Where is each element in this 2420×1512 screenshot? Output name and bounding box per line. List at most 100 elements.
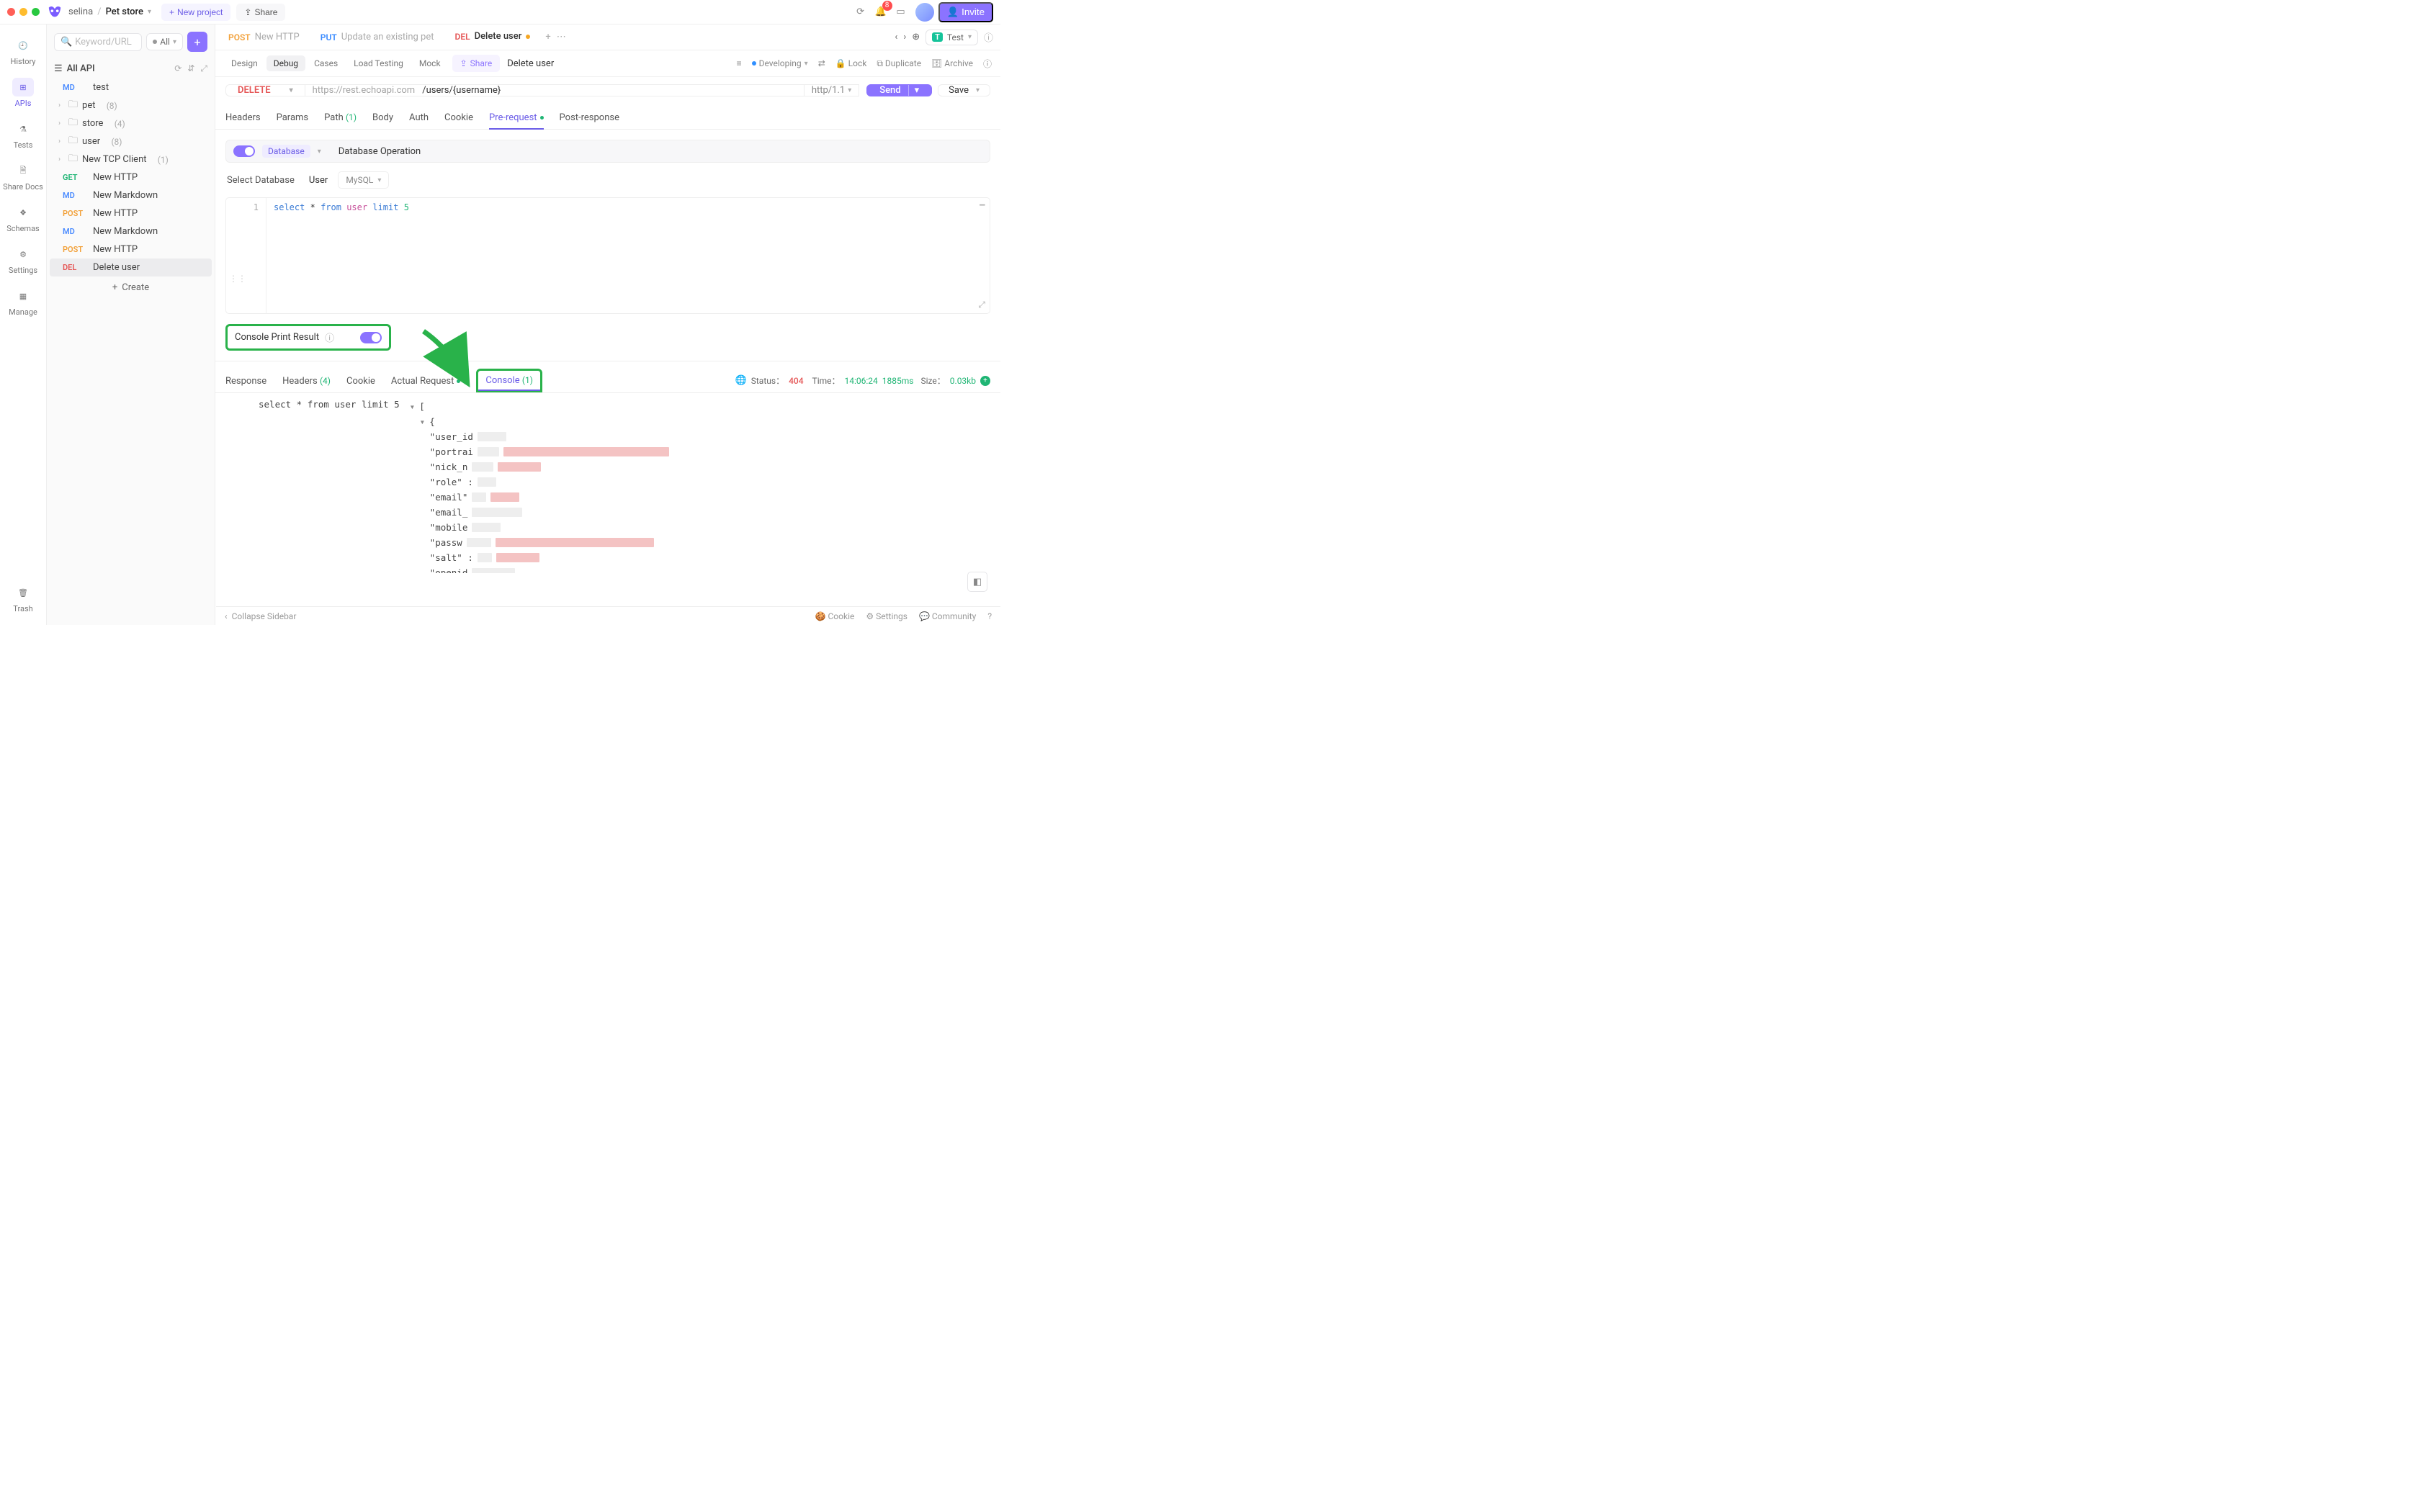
print-result-toggle[interactable] xyxy=(360,332,382,343)
info-icon[interactable]: ⓘ xyxy=(325,330,334,344)
search-input[interactable]: 🔍 Keyword/URL xyxy=(54,33,142,51)
sql-editor[interactable]: 1 select * from user limit 5 − ⤢ xyxy=(225,197,990,314)
share-button-top[interactable]: ⇪ Share xyxy=(236,4,285,21)
resp-tab-console[interactable]: Console (1) xyxy=(476,369,542,392)
invite-button[interactable]: 👤Invite xyxy=(938,2,993,22)
tree-item-delete-user[interactable]: DELDelete user xyxy=(50,258,212,276)
expand-icon[interactable]: ⤢ xyxy=(200,63,207,74)
subtab-pre-request[interactable]: Pre-request xyxy=(489,107,544,129)
collapse-icon[interactable]: ⇵ xyxy=(187,63,194,74)
help-icon[interactable]: ? xyxy=(987,611,992,621)
footer-cookie[interactable]: 🍪 Cookie xyxy=(815,611,855,621)
resp-tab-headers[interactable]: Headers (4) xyxy=(282,370,331,392)
swap-icon[interactable]: ⇄ xyxy=(818,58,825,68)
add-tab-icon[interactable]: + xyxy=(545,32,550,42)
avatar[interactable] xyxy=(915,3,934,22)
send-button[interactable]: Send▾ xyxy=(866,84,932,96)
subtab-params[interactable]: Params xyxy=(277,107,309,129)
chevron-down-icon[interactable]: ▾ xyxy=(318,148,321,156)
info-icon[interactable]: ⓘ xyxy=(984,30,993,44)
share-button[interactable]: ⇪Share xyxy=(452,55,501,72)
tree-folder-tcp[interactable]: ›🗀New TCP Client (1) xyxy=(50,150,212,168)
subtab-path[interactable]: Path (1) xyxy=(324,107,357,129)
tree-folder-store[interactable]: ›🗀store (4) xyxy=(50,114,212,132)
protocol-select[interactable]: http/1.1▾ xyxy=(805,84,859,96)
new-project-button[interactable]: + New project xyxy=(161,4,230,21)
nav-prev-icon[interactable]: ‹ xyxy=(895,32,897,42)
window-controls[interactable] xyxy=(7,8,40,16)
tree-item[interactable]: GETNew HTTP xyxy=(50,168,212,186)
environment-select[interactable]: TTest▾ xyxy=(926,30,978,45)
footer-community[interactable]: 💬 Community xyxy=(919,611,976,621)
status-select[interactable]: Developing▾ xyxy=(752,58,808,68)
seg-debug[interactable]: Debug xyxy=(266,55,305,71)
chevron-down-icon[interactable]: ▾ xyxy=(976,86,980,94)
rail-share-docs[interactable]: 🗎Share Docs xyxy=(0,157,46,196)
sort-icon[interactable]: ≡ xyxy=(737,58,742,68)
seg-cases[interactable]: Cases xyxy=(307,55,345,71)
rail-settings[interactable]: ⚙Settings xyxy=(0,240,46,279)
tab-new-http[interactable]: POSTNew HTTP xyxy=(218,24,310,50)
tree-folder-user[interactable]: ›🗀user (8) xyxy=(50,132,212,150)
drag-handle-icon[interactable]: ⋮⋮ xyxy=(229,274,246,284)
tree-item[interactable]: MDNew Markdown xyxy=(50,222,212,240)
tree-item[interactable]: POSTNew HTTP xyxy=(50,240,212,258)
chevron-down-icon[interactable]: ▾ xyxy=(908,85,920,96)
info-icon[interactable]: ⓘ xyxy=(983,58,992,70)
more-icon[interactable]: ⋯ xyxy=(557,32,566,42)
minimize-icon[interactable]: − xyxy=(980,199,985,211)
expand-icon[interactable]: ⤢ xyxy=(978,300,985,310)
tab-update-pet[interactable]: PUTUpdate an existing pet xyxy=(310,24,445,50)
subtab-headers[interactable]: Headers xyxy=(225,107,261,129)
duplicate-button[interactable]: ⧉ Duplicate xyxy=(877,58,921,69)
card-icon[interactable]: ▭ xyxy=(891,2,911,22)
close-window-icon[interactable] xyxy=(7,8,15,16)
seg-design[interactable]: Design xyxy=(224,55,265,71)
panel-toggle-icon[interactable]: ◧ xyxy=(967,572,987,592)
operation-type-chip[interactable]: Database xyxy=(262,145,310,158)
operation-toggle[interactable] xyxy=(233,145,255,157)
lock-button[interactable]: 🔒 Lock xyxy=(835,58,867,68)
collapse-sidebar-button[interactable]: Collapse Sidebar xyxy=(232,611,297,621)
rail-trash[interactable]: 🗑Trash xyxy=(0,579,46,618)
resp-tab-cookie[interactable]: Cookie xyxy=(346,370,375,392)
nav-next-icon[interactable]: › xyxy=(903,32,906,42)
tab-delete-user[interactable]: DELDelete user xyxy=(445,24,542,50)
refresh-icon[interactable]: ⟳ xyxy=(174,63,182,74)
subtab-post-response[interactable]: Post-response xyxy=(560,107,619,129)
chevron-left-icon[interactable]: ‹ xyxy=(225,611,228,621)
resp-tab-response[interactable]: Response xyxy=(225,370,266,392)
url-input[interactable]: https://rest.echoapi.com/users/{username… xyxy=(305,84,805,96)
footer-settings[interactable]: ⚙ Settings xyxy=(866,611,908,621)
breadcrumb-user[interactable]: selina xyxy=(68,6,93,17)
tree-item[interactable]: MDNew Markdown xyxy=(50,186,212,204)
sync-icon[interactable]: ⟳ xyxy=(851,2,871,22)
subtab-cookie[interactable]: Cookie xyxy=(444,107,473,129)
subtab-body[interactable]: Body xyxy=(372,107,393,129)
archive-button[interactable]: 🗄 Archive xyxy=(931,58,973,68)
breadcrumb-project[interactable]: Pet store xyxy=(106,6,143,17)
create-button[interactable]: +Create xyxy=(47,276,215,299)
maximize-window-icon[interactable] xyxy=(32,8,40,16)
target-icon[interactable]: ⊕ xyxy=(912,32,920,42)
tree-item[interactable]: MDtest xyxy=(50,78,212,96)
minimize-window-icon[interactable] xyxy=(19,8,27,16)
tree-item[interactable]: POSTNew HTTP xyxy=(50,204,212,222)
rail-tests[interactable]: ⚗Tests xyxy=(0,115,46,154)
seg-mock[interactable]: Mock xyxy=(412,55,448,71)
size-plus-icon[interactable]: + xyxy=(980,376,990,386)
db-engine-select[interactable]: MySQL▾ xyxy=(338,171,389,189)
rail-manage[interactable]: ▦Manage xyxy=(0,282,46,321)
caret-down-icon[interactable]: ▾ xyxy=(420,416,426,427)
save-button[interactable]: Save▾ xyxy=(938,84,990,96)
resp-tab-actual[interactable]: Actual Request xyxy=(391,370,460,392)
add-button[interactable]: + xyxy=(187,32,207,52)
rail-schemas[interactable]: ❖Schemas xyxy=(0,199,46,238)
seg-load[interactable]: Load Testing xyxy=(346,55,411,71)
method-select[interactable]: DELETE▾ xyxy=(225,84,305,96)
filter-select[interactable]: All ▾ xyxy=(146,33,183,50)
subtab-auth[interactable]: Auth xyxy=(409,107,429,129)
rail-history[interactable]: 🕘History xyxy=(0,32,46,71)
notifications-icon[interactable]: 🔔 xyxy=(871,2,891,22)
rail-apis[interactable]: ⊞APIs xyxy=(0,73,46,112)
